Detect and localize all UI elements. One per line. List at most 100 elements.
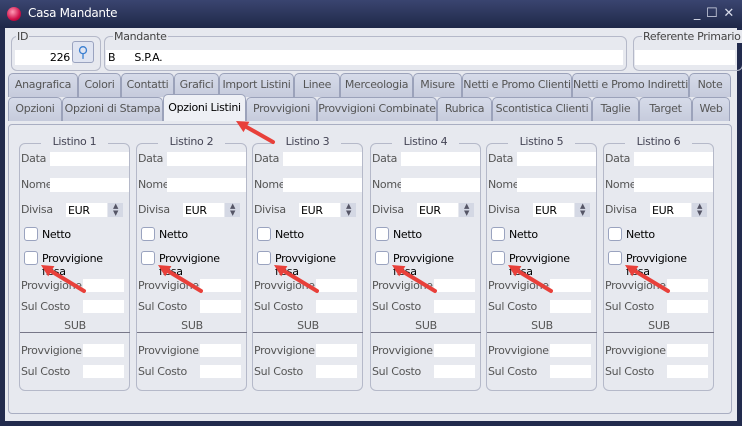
provvigione-label: Provvigione — [488, 279, 549, 292]
sub-provvigione-input[interactable] — [200, 344, 241, 357]
divisa-label: Divisa — [138, 203, 170, 216]
nome-input[interactable] — [50, 178, 129, 192]
sub-sul-costo-label: Sul Costo — [605, 365, 654, 378]
sub-sul-costo-input[interactable] — [550, 365, 591, 378]
nome-label: Nome — [138, 178, 170, 191]
sub-provvigione-input[interactable] — [316, 344, 357, 357]
referente-input[interactable] — [635, 50, 735, 65]
divisa-select[interactable]: EUR — [183, 203, 224, 217]
data-input[interactable] — [167, 152, 246, 166]
netto-checkbox[interactable] — [491, 227, 505, 241]
divisa-select[interactable]: EUR — [66, 203, 107, 217]
data-input[interactable] — [634, 152, 713, 166]
listino-title-text: Listino 1 — [40, 135, 109, 148]
spinner-icon[interactable]: ▲ ▼ — [108, 203, 123, 217]
tab-provvigioni-combinate[interactable]: Provvigioni Combinate — [317, 97, 437, 121]
divisa-select[interactable]: EUR — [417, 203, 458, 217]
maximize-icon[interactable]: ☐ — [706, 6, 718, 21]
tab-netti-e-promo-clienti[interactable]: Netti e Promo Clienti — [462, 73, 572, 97]
sub-sul-costo-input[interactable] — [83, 365, 124, 378]
listino-title: Listino 6 — [604, 135, 713, 148]
tab-opzioni-di-stampa[interactable]: Opzioni di Stampa — [62, 97, 163, 121]
netto-checkbox[interactable] — [141, 227, 155, 241]
provvigione-fissa-checkbox[interactable] — [491, 251, 505, 265]
nome-input[interactable] — [634, 178, 713, 192]
sul-costo-label: Sul Costo — [21, 300, 70, 313]
sul-costo-input[interactable] — [550, 300, 591, 313]
tab-opzioni[interactable]: Opzioni — [8, 97, 62, 121]
tab-linee[interactable]: Linee — [294, 73, 340, 97]
data-input[interactable] — [401, 152, 480, 166]
divisa-select[interactable]: EUR — [299, 203, 340, 217]
provvigione-fissa-checkbox[interactable] — [24, 251, 38, 265]
sul-costo-input[interactable] — [200, 300, 241, 313]
provvigione-input[interactable] — [434, 279, 475, 292]
provvigione-fissa-checkbox[interactable] — [608, 251, 622, 265]
sub-sul-costo-input[interactable] — [200, 365, 241, 378]
sub-provvigione-input[interactable] — [667, 344, 708, 357]
id-input[interactable]: 226 — [15, 50, 72, 65]
spinner-icon[interactable]: ▲ ▼ — [225, 203, 240, 217]
sub-sul-costo-input[interactable] — [667, 365, 708, 378]
divisa-select[interactable]: EUR — [533, 203, 574, 217]
tab-colori[interactable]: Colori — [78, 73, 121, 97]
data-input[interactable] — [517, 152, 596, 166]
provvigione-input[interactable] — [200, 279, 241, 292]
tab-opzioni-listini[interactable]: Opzioni Listini — [163, 94, 246, 121]
tab-netti-e-promo-indiretti[interactable]: Netti e Promo Indiretti — [572, 73, 689, 97]
sul-costo-input[interactable] — [434, 300, 475, 313]
tab-anagrafica[interactable]: Anagrafica — [8, 73, 78, 97]
sub-provvigione-input[interactable] — [550, 344, 591, 357]
sub-sul-costo-input[interactable] — [434, 365, 475, 378]
nome-input[interactable] — [167, 178, 246, 192]
search-icon[interactable]: ⚲ — [72, 41, 94, 63]
data-input[interactable] — [50, 152, 129, 166]
sub-provvigione-label: Provvigione — [372, 344, 433, 357]
sul-costo-input[interactable] — [316, 300, 357, 313]
netto-checkbox[interactable] — [257, 227, 271, 241]
mandante-input[interactable]: B S.P.A. — [106, 50, 623, 65]
netto-checkbox[interactable] — [24, 227, 38, 241]
sub-separator: SUB — [371, 319, 481, 333]
provvigione-fissa-checkbox[interactable] — [257, 251, 271, 265]
spinner-icon[interactable]: ▲ ▼ — [692, 203, 707, 217]
sul-costo-input[interactable] — [83, 300, 124, 313]
tab-misure[interactable]: Misure — [413, 73, 462, 97]
listino-title-text: Listino 3 — [273, 135, 342, 148]
tab-merceologia[interactable]: Merceologia — [340, 73, 413, 97]
sub-provvigione-input[interactable] — [434, 344, 475, 357]
tab-web[interactable]: Web — [692, 97, 730, 121]
close-icon[interactable]: ✕ — [723, 6, 734, 21]
netto-checkbox[interactable] — [608, 227, 622, 241]
listino-group: Listino 5 Data Nome Divisa EUR ▲ ▼ Netto Provvig… — [486, 135, 597, 391]
provvigione-fissa-checkbox[interactable] — [375, 251, 389, 265]
spinner-icon[interactable]: ▲ ▼ — [459, 203, 474, 217]
provvigione-fissa-checkbox[interactable] — [141, 251, 155, 265]
listino-title: Listino 4 — [371, 135, 480, 148]
divisa-select[interactable]: EUR — [650, 203, 691, 217]
tab-taglie[interactable]: Taglie — [592, 97, 639, 121]
provvigione-input[interactable] — [550, 279, 591, 292]
provvigione-input[interactable] — [83, 279, 124, 292]
provvigione-input[interactable] — [316, 279, 357, 292]
nome-input[interactable] — [517, 178, 596, 192]
tab-note[interactable]: Note — [689, 73, 731, 97]
nome-label: Nome — [21, 178, 53, 191]
sub-provvigione-input[interactable] — [83, 344, 124, 357]
spinner-icon[interactable]: ▲ ▼ — [341, 203, 356, 217]
nome-input[interactable] — [283, 178, 362, 192]
data-input[interactable] — [283, 152, 362, 166]
provvigione-input[interactable] — [667, 279, 708, 292]
divisa-label: Divisa — [488, 203, 520, 216]
netto-checkbox[interactable] — [375, 227, 389, 241]
tab-provvigioni[interactable]: Provvigioni — [246, 97, 317, 121]
sul-costo-input[interactable] — [667, 300, 708, 313]
tab-scontistica-clienti[interactable]: Scontistica Clienti — [492, 97, 592, 121]
provvigione-label: Provvigione — [254, 279, 315, 292]
minimize-icon[interactable]: _ — [694, 6, 701, 21]
tab-target[interactable]: Target — [639, 97, 692, 121]
spinner-icon[interactable]: ▲ ▼ — [575, 203, 590, 217]
sub-sul-costo-input[interactable] — [316, 365, 357, 378]
tab-rubrica[interactable]: Rubrica — [437, 97, 492, 121]
nome-input[interactable] — [401, 178, 480, 192]
